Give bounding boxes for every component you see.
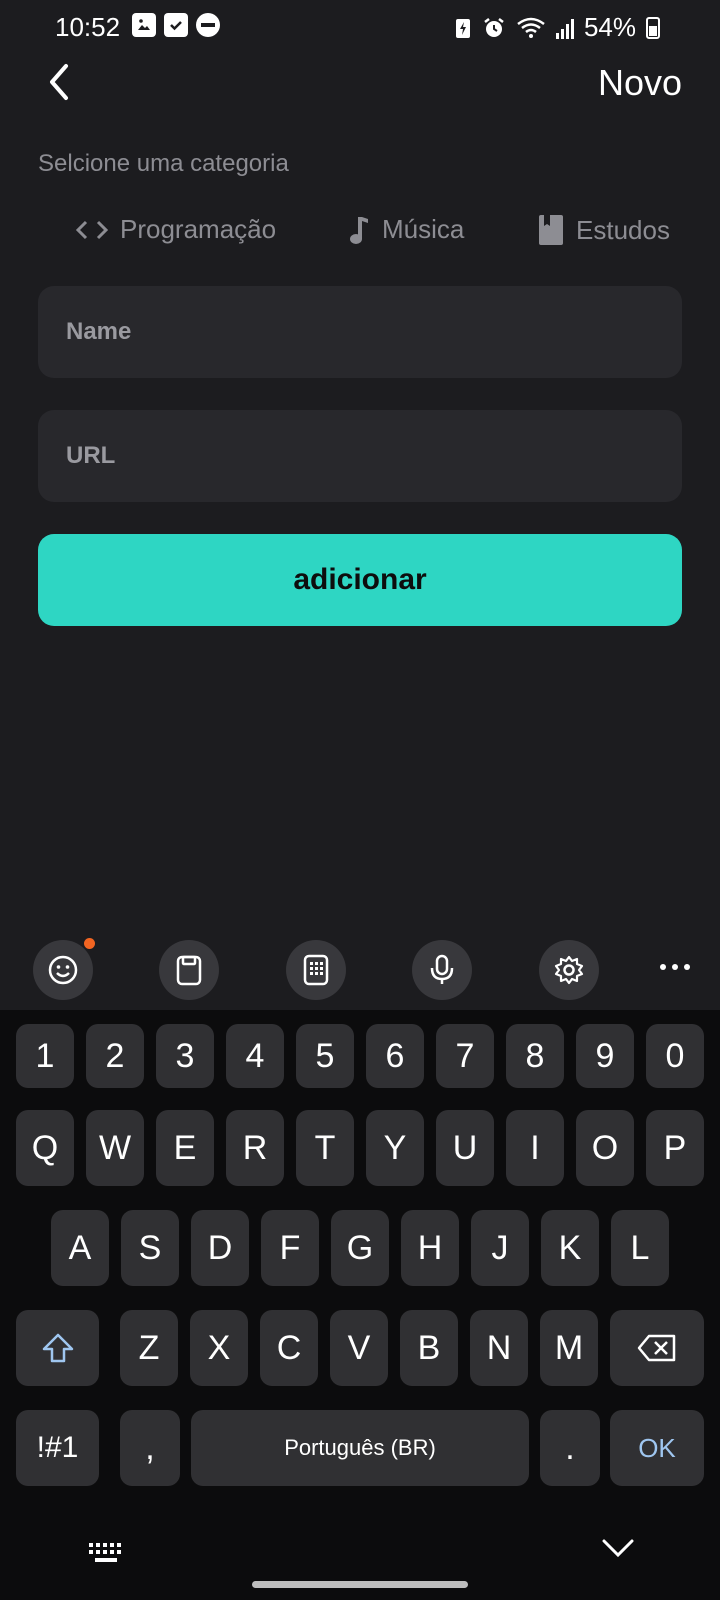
key-y[interactable]: Y — [366, 1110, 424, 1186]
signal-icon — [555, 17, 574, 39]
notification-dot — [84, 938, 95, 949]
code-icon — [76, 220, 108, 239]
key-i[interactable]: I — [506, 1110, 564, 1186]
key-e[interactable]: E — [156, 1110, 214, 1186]
key-o[interactable]: O — [576, 1110, 634, 1186]
battery-percent: 54% — [583, 12, 636, 42]
key-z[interactable]: Z — [120, 1310, 178, 1386]
keypad-button[interactable] — [286, 940, 346, 1000]
key-d[interactable]: D — [191, 1210, 249, 1286]
more-icon[interactable] — [660, 964, 690, 970]
key-f[interactable]: F — [261, 1210, 319, 1286]
music-note-icon — [350, 216, 368, 244]
ok-key[interactable]: OK — [610, 1410, 704, 1486]
key-q[interactable]: Q — [16, 1110, 74, 1186]
status-time: 10:52 — [55, 12, 121, 42]
battery-saver-icon — [455, 18, 470, 38]
home-indicator[interactable] — [252, 1581, 468, 1588]
shift-key[interactable] — [16, 1310, 99, 1386]
url-field[interactable] — [38, 410, 682, 502]
emoji-icon — [48, 955, 78, 985]
symbols-key[interactable]: !#1 — [16, 1410, 99, 1486]
microphone-icon — [430, 954, 454, 984]
key-b[interactable]: B — [400, 1310, 458, 1386]
keyboard-settings-button[interactable] — [539, 940, 599, 1000]
add-button[interactable]: adicionar — [38, 534, 682, 626]
key-s[interactable]: S — [121, 1210, 179, 1286]
clipboard-button[interactable] — [159, 940, 219, 1000]
battery-icon — [646, 16, 660, 39]
status-system-icons: 54% — [454, 12, 660, 43]
category-label: Selcione uma categoria — [38, 150, 289, 177]
backspace-key[interactable] — [610, 1310, 704, 1386]
hide-keyboard-button[interactable] — [602, 1538, 634, 1563]
category-estudos[interactable]: Estudos — [538, 214, 670, 246]
shift-icon — [42, 1333, 73, 1363]
category-programacao[interactable]: Programação — [76, 214, 276, 245]
key-h[interactable]: H — [401, 1210, 459, 1286]
do-not-disturb-icon — [196, 13, 220, 37]
key-6[interactable]: 6 — [366, 1024, 424, 1088]
key-t[interactable]: T — [296, 1110, 354, 1186]
key-u[interactable]: U — [436, 1110, 494, 1186]
key-v[interactable]: V — [330, 1310, 388, 1386]
key-0[interactable]: 0 — [646, 1024, 704, 1088]
key-p[interactable]: P — [646, 1110, 704, 1186]
comma-key[interactable]: , — [120, 1410, 180, 1486]
chevron-down-icon — [602, 1539, 634, 1558]
task-notification-icon — [164, 13, 188, 37]
key-a[interactable]: A — [51, 1210, 109, 1286]
category-selector: Programação Música Estudos — [0, 208, 720, 256]
key-r[interactable]: R — [226, 1110, 284, 1186]
wifi-icon — [517, 17, 545, 38]
key-j[interactable]: J — [471, 1210, 529, 1286]
key-k[interactable]: K — [541, 1210, 599, 1286]
key-8[interactable]: 8 — [506, 1024, 564, 1088]
key-x[interactable]: X — [190, 1310, 248, 1386]
back-button[interactable] — [40, 60, 80, 104]
key-9[interactable]: 9 — [576, 1024, 634, 1088]
key-7[interactable]: 7 — [436, 1024, 494, 1088]
key-4[interactable]: 4 — [226, 1024, 284, 1088]
space-key[interactable]: Português (BR) — [191, 1410, 529, 1486]
period-key[interactable]: . — [540, 1410, 600, 1486]
page-title: Novo — [597, 62, 682, 103]
key-2[interactable]: 2 — [86, 1024, 144, 1088]
url-input[interactable] — [38, 410, 682, 502]
status-notification-icons — [132, 13, 220, 37]
clipboard-icon — [176, 955, 202, 986]
category-estudos-label: Estudos — [576, 214, 670, 245]
status-bar: 10:52 54% — [0, 0, 720, 56]
keyboard-icon — [89, 1543, 121, 1562]
voice-input-button[interactable] — [412, 940, 472, 1000]
backspace-icon — [637, 1334, 676, 1362]
category-musica[interactable]: Música — [346, 214, 464, 245]
key-l[interactable]: L — [611, 1210, 669, 1286]
key-m[interactable]: M — [540, 1310, 598, 1386]
chevron-left-icon — [50, 64, 68, 100]
book-icon — [539, 215, 563, 245]
key-3[interactable]: 3 — [156, 1024, 214, 1088]
emoji-button[interactable] — [33, 938, 95, 1000]
keyboard-switch-button[interactable] — [88, 1542, 124, 1569]
name-field[interactable] — [38, 286, 682, 378]
alarm-icon — [484, 17, 504, 37]
keyboard — [0, 1010, 720, 1600]
key-g[interactable]: G — [331, 1210, 389, 1286]
keyboard-toolbar — [0, 926, 720, 1010]
key-w[interactable]: W — [86, 1110, 144, 1186]
key-1[interactable]: 1 — [16, 1024, 74, 1088]
settings-icon — [554, 955, 584, 985]
key-n[interactable]: N — [470, 1310, 528, 1386]
name-input[interactable] — [38, 286, 682, 378]
key-5[interactable]: 5 — [296, 1024, 354, 1088]
category-programacao-label: Programação — [120, 214, 277, 244]
category-musica-label: Música — [382, 214, 465, 244]
keypad-icon — [303, 954, 329, 986]
key-c[interactable]: C — [260, 1310, 318, 1386]
gallery-notification-icon — [132, 13, 156, 37]
